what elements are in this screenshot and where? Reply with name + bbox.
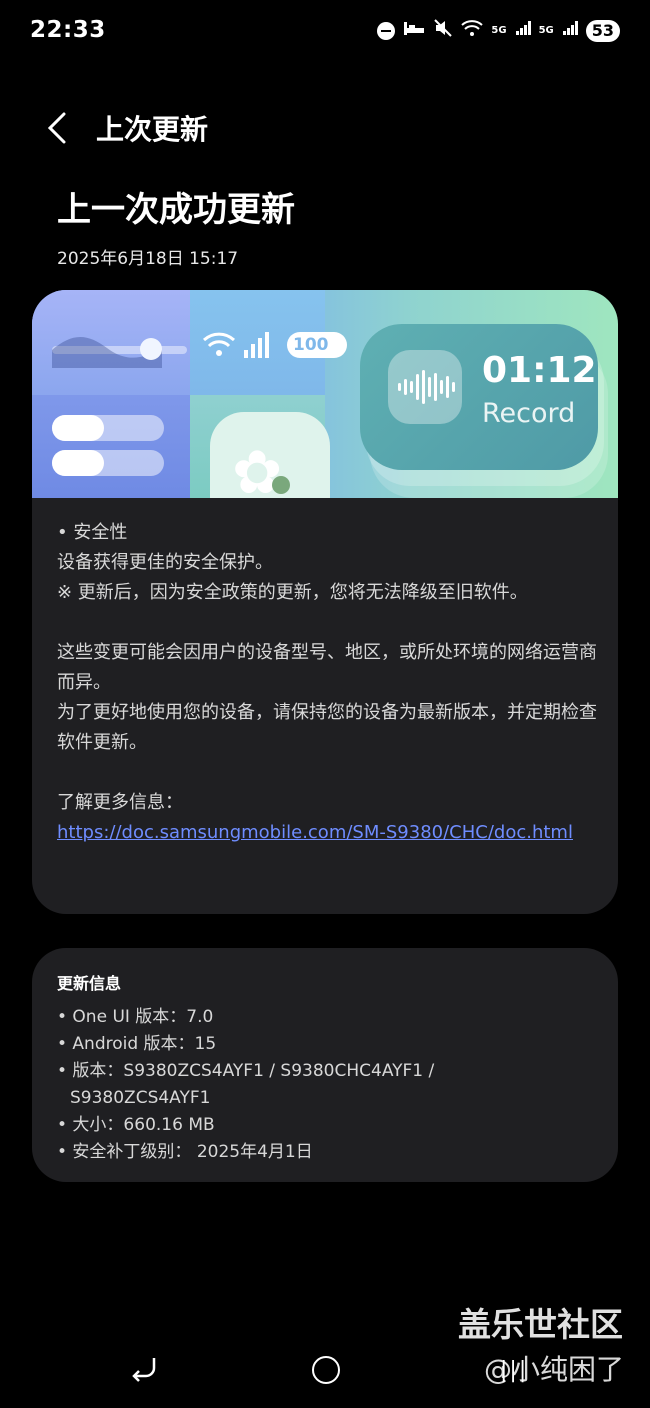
record-label: Record	[482, 398, 576, 429]
nav-back-icon	[132, 1358, 156, 1382]
bed-icon	[403, 20, 425, 41]
status-icons: 5G 5G 53	[377, 18, 620, 43]
back-arrow-icon	[47, 112, 66, 144]
wifi-icon	[202, 330, 236, 365]
variance-note: 这些变更可能会因用户的设备型号、地区，或所处环境的网络运营商而异。	[57, 642, 597, 693]
wave-graphic	[52, 336, 162, 368]
build-version-cont: S9380ZCS4AYF1	[70, 1088, 211, 1108]
update-details-card: 100 ✿ 01:12 Record • 安全性 设备获得更佳的安全保护。 ※ …	[32, 290, 618, 914]
watermark-community: 盖乐世社区	[458, 1305, 623, 1344]
security-text: 设备获得更佳的安全保护。	[57, 552, 273, 573]
wifi-icon	[461, 19, 484, 42]
signal-icon	[515, 20, 531, 41]
status-bar: 22:33 5G 5G 53	[0, 0, 650, 60]
feature-banner-image: 100 ✿ 01:12 Record	[32, 290, 618, 498]
signal-icon	[244, 332, 269, 358]
security-patch-level: • 安全补丁级别： 2025年4月1日	[57, 1142, 313, 1162]
android-version: • Android 版本：15	[57, 1034, 217, 1054]
nav-recent-icon: |||	[500, 1358, 529, 1383]
update-date: 2025年6月18日 15:17	[57, 249, 239, 269]
battery-graphic: 100	[287, 332, 347, 358]
keep-updated-note: 为了更好地使用您的设备，请保持您的设备为最新版本，并定期检查软件更新。	[57, 702, 597, 753]
header-title: 上次更新	[96, 113, 209, 146]
record-time: 01:12	[482, 350, 597, 391]
battery-indicator: 53	[585, 19, 620, 42]
oneui-version: • One UI 版本：7.0	[57, 1007, 214, 1027]
back-button[interactable]	[44, 110, 72, 146]
page-title: 上一次成功更新	[57, 190, 295, 230]
nav-home-button[interactable]	[312, 1356, 340, 1384]
downgrade-note: ※ 更新后，因为安全政策的更新，您将无法降级至旧软件。	[57, 582, 528, 603]
update-notes: • 安全性 设备获得更佳的安全保护。 ※ 更新后，因为安全政策的更新，您将无法降…	[57, 518, 597, 848]
nav-back-button[interactable]	[128, 1352, 160, 1384]
status-time: 22:33	[30, 17, 106, 43]
more-info-label: 了解更多信息：	[57, 792, 183, 813]
update-info-title: 更新信息	[57, 974, 122, 993]
build-version: • 版本：S9380ZCS4AYF1 / S9380CHC4AYF1 /	[57, 1061, 435, 1081]
nav-recent-button[interactable]: |||	[500, 1358, 528, 1383]
slider-knob	[140, 338, 162, 360]
network-type-2: 5G	[538, 25, 554, 36]
update-info-card: 更新信息 • One UI 版本：7.0 • Android 版本：15 • 版…	[32, 948, 618, 1182]
signal-icon	[562, 20, 578, 41]
mute-icon	[433, 18, 453, 43]
update-info-list: • One UI 版本：7.0 • Android 版本：15 • 版本：S93…	[57, 1004, 597, 1166]
security-heading: • 安全性	[57, 522, 128, 543]
toggle-graphic	[52, 450, 164, 476]
dnd-icon	[377, 21, 396, 40]
toggle-graphic	[52, 415, 164, 441]
waveform-icon	[398, 370, 455, 404]
more-info-link[interactable]: https://doc.samsungmobile.com/SM-S9380/C…	[57, 818, 597, 848]
network-type-1: 5G	[491, 25, 507, 36]
update-size: • 大小：660.16 MB	[57, 1115, 215, 1135]
